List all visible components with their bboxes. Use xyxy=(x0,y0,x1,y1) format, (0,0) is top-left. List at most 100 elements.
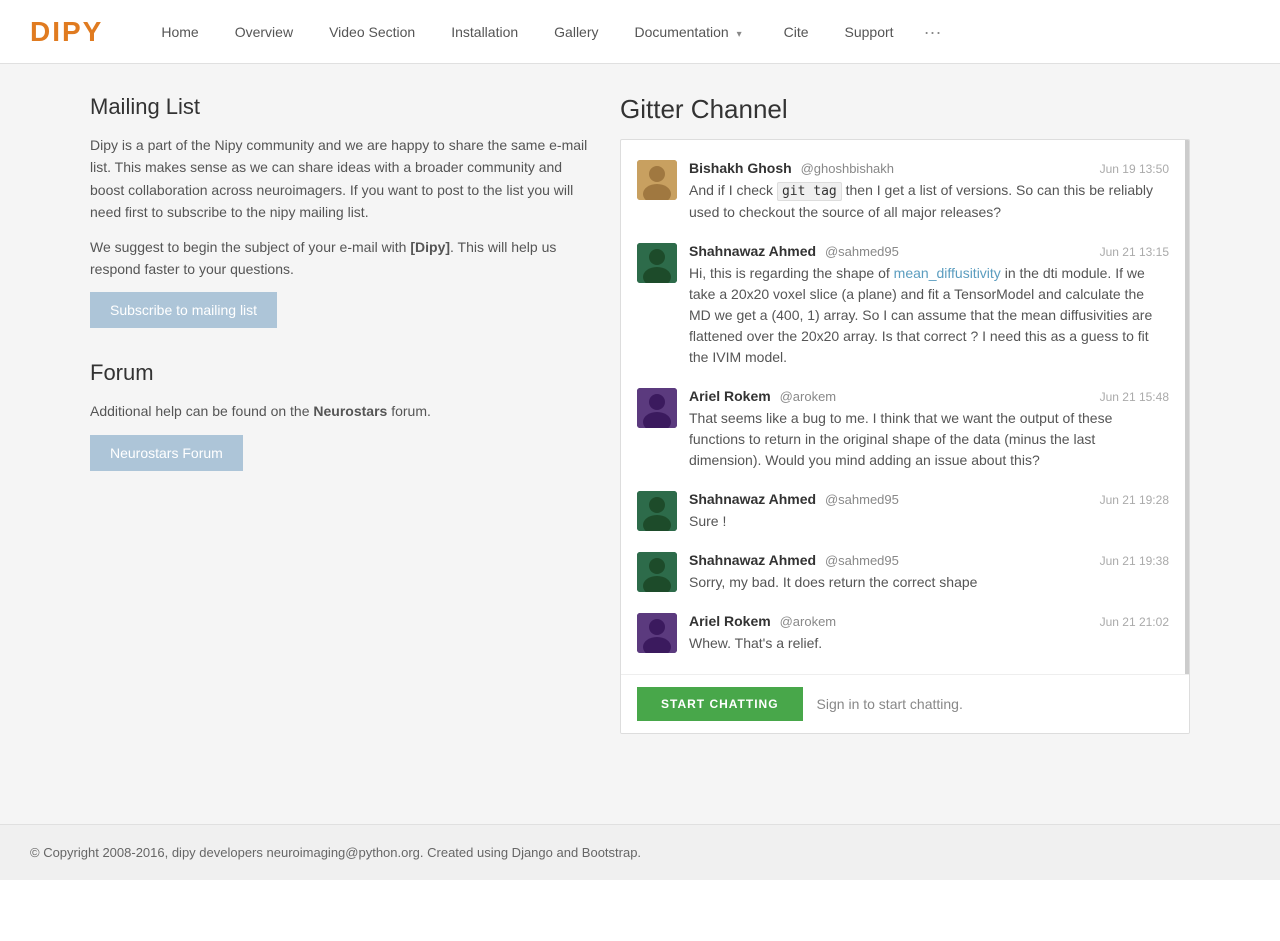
chat-message-1: Bishakh Ghosh @ghoshbishakh Jun 19 13:50… xyxy=(621,150,1185,233)
brand-text: DIPY xyxy=(30,16,103,47)
msg-body-4: Shahnawaz Ahmed @sahmed95 Jun 21 19:28 S… xyxy=(689,491,1169,532)
chat-message-5: Shahnawaz Ahmed @sahmed95 Jun 21 19:38 S… xyxy=(621,542,1185,603)
msg-handle-5: @sahmed95 xyxy=(825,553,899,568)
avatar-shahnawaz-1 xyxy=(637,243,677,283)
msg-handle-6: @arokem xyxy=(780,614,837,629)
nav-link-video[interactable]: Video Section xyxy=(311,0,433,64)
content-area: Mailing List Dipy is a part of the Nipy … xyxy=(70,64,1210,764)
msg-author-area-1: Bishakh Ghosh @ghoshbishakh xyxy=(689,160,894,176)
msg-author-6: Ariel Rokem xyxy=(689,613,771,629)
subscribe-button[interactable]: Subscribe to mailing list xyxy=(90,292,277,328)
msg-time-4: Jun 21 19:28 xyxy=(1100,493,1169,507)
msg-time-2: Jun 21 13:15 xyxy=(1100,245,1169,259)
nav-links: Home Overview Video Section Installation… xyxy=(143,0,953,64)
forum-text-bold: Neurostars xyxy=(313,403,387,419)
chat-message-2: Shahnawaz Ahmed @sahmed95 Jun 21 13:15 H… xyxy=(621,233,1185,378)
avatar-shahnawaz-2 xyxy=(637,491,677,531)
dropdown-arrow-icon: ▾ xyxy=(737,29,742,40)
avatar-ariel-1 xyxy=(637,388,677,428)
nav-link-more[interactable]: ··· xyxy=(912,0,954,64)
nav-link-support[interactable]: Support xyxy=(827,0,912,64)
nav-link-gallery[interactable]: Gallery xyxy=(536,0,616,64)
nav-item-installation: Installation xyxy=(433,0,536,64)
nav-link-overview[interactable]: Overview xyxy=(217,0,311,64)
start-chatting-button[interactable]: START CHATTING xyxy=(637,687,803,721)
msg-header-1: Bishakh Ghosh @ghoshbishakh Jun 19 13:50 xyxy=(689,160,1169,176)
nav-link-home[interactable]: Home xyxy=(143,0,216,64)
msg-text-6: Whew. That's a relief. xyxy=(689,633,1169,654)
msg-time-1: Jun 19 13:50 xyxy=(1100,162,1169,176)
code-git-tag: git tag xyxy=(777,182,842,201)
nav-link-documentation[interactable]: Documentation ▾ xyxy=(617,0,766,64)
msg-body-1: Bishakh Ghosh @ghoshbishakh Jun 19 13:50… xyxy=(689,160,1169,223)
forum-text-prefix: Additional help can be found on the xyxy=(90,403,313,419)
msg-author-3: Ariel Rokem xyxy=(689,388,771,404)
mailing-para2: We suggest to begin the subject of your … xyxy=(90,236,590,281)
brand-logo[interactable]: DIPY xyxy=(30,16,103,48)
msg-header-3: Ariel Rokem @arokem Jun 21 15:48 xyxy=(689,388,1169,404)
nav-item-home: Home xyxy=(143,0,216,64)
msg-handle-3: @arokem xyxy=(780,389,837,404)
msg-text-5: Sorry, my bad. It does return the correc… xyxy=(689,572,1169,593)
msg-author-2: Shahnawaz Ahmed xyxy=(689,243,816,259)
site-footer: © Copyright 2008-2016, dipy developers n… xyxy=(0,824,1280,880)
chat-message-3: Ariel Rokem @arokem Jun 21 15:48 That se… xyxy=(621,378,1185,481)
nav-item-overview: Overview xyxy=(217,0,311,64)
msg-text-1: And if I check git tag then I get a list… xyxy=(689,180,1169,223)
msg-body-6: Ariel Rokem @arokem Jun 21 21:02 Whew. T… xyxy=(689,613,1169,654)
mailing-para2-bold: [Dipy] xyxy=(410,239,450,255)
forum-text-suffix: forum. xyxy=(387,403,431,419)
msg-author-area-6: Ariel Rokem @arokem xyxy=(689,613,836,629)
msg-text-3: That seems like a bug to me. I think tha… xyxy=(689,408,1169,471)
nav-item-video: Video Section xyxy=(311,0,433,64)
forum-section: Forum Additional help can be found on th… xyxy=(90,360,590,494)
right-column: Gitter Channel Bishakh Ghosh @ghoshbish xyxy=(620,94,1190,734)
main-wrapper: Mailing List Dipy is a part of the Nipy … xyxy=(0,64,1280,824)
avatar-ariel-2 xyxy=(637,613,677,653)
msg-author-5: Shahnawaz Ahmed xyxy=(689,552,816,568)
footer-text: © Copyright 2008-2016, dipy developers n… xyxy=(30,845,641,860)
mean-diffusitivity-link[interactable]: mean_diffusitivity xyxy=(894,265,1001,281)
mailing-list-title: Mailing List xyxy=(90,94,590,120)
gitter-title: Gitter Channel xyxy=(620,94,1190,125)
sign-in-text: Sign in to start chatting. xyxy=(817,696,963,712)
nav-item-more: ··· xyxy=(912,0,954,64)
msg-time-5: Jun 21 19:38 xyxy=(1100,554,1169,568)
mailing-para1: Dipy is a part of the Nipy community and… xyxy=(90,134,590,224)
msg-handle-1: @ghoshbishakh xyxy=(801,161,894,176)
nav-item-documentation: Documentation ▾ xyxy=(617,0,766,64)
msg-text-2: Hi, this is regarding the shape of mean_… xyxy=(689,263,1169,368)
msg-author-1: Bishakh Ghosh xyxy=(689,160,792,176)
msg-handle-2: @sahmed95 xyxy=(825,244,899,259)
nav-link-installation[interactable]: Installation xyxy=(433,0,536,64)
msg-header-4: Shahnawaz Ahmed @sahmed95 Jun 21 19:28 xyxy=(689,491,1169,507)
msg-author-4: Shahnawaz Ahmed xyxy=(689,491,816,507)
msg-header-6: Ariel Rokem @arokem Jun 21 21:02 xyxy=(689,613,1169,629)
gitter-box: Bishakh Ghosh @ghoshbishakh Jun 19 13:50… xyxy=(620,139,1190,734)
chat-footer: START CHATTING Sign in to start chatting… xyxy=(621,674,1189,733)
nav-item-support: Support xyxy=(827,0,912,64)
chat-message-4: Shahnawaz Ahmed @sahmed95 Jun 21 19:28 S… xyxy=(621,481,1185,542)
msg-text-4: Sure ! xyxy=(689,511,1169,532)
msg-author-area-3: Ariel Rokem @arokem xyxy=(689,388,836,404)
forum-title: Forum xyxy=(90,360,590,386)
msg-handle-4: @sahmed95 xyxy=(825,492,899,507)
avatar-shahnawaz-3 xyxy=(637,552,677,592)
msg-body-3: Ariel Rokem @arokem Jun 21 15:48 That se… xyxy=(689,388,1169,471)
neurostars-button[interactable]: Neurostars Forum xyxy=(90,435,243,471)
msg-time-3: Jun 21 15:48 xyxy=(1100,390,1169,404)
msg-body-2: Shahnawaz Ahmed @sahmed95 Jun 21 13:15 H… xyxy=(689,243,1169,368)
avatar-bishakh-1 xyxy=(637,160,677,200)
msg-body-5: Shahnawaz Ahmed @sahmed95 Jun 21 19:38 S… xyxy=(689,552,1169,593)
msg-author-area-4: Shahnawaz Ahmed @sahmed95 xyxy=(689,491,899,507)
chat-messages[interactable]: Bishakh Ghosh @ghoshbishakh Jun 19 13:50… xyxy=(621,140,1189,674)
msg-header-5: Shahnawaz Ahmed @sahmed95 Jun 21 19:38 xyxy=(689,552,1169,568)
msg-author-area-2: Shahnawaz Ahmed @sahmed95 xyxy=(689,243,899,259)
nav-link-cite[interactable]: Cite xyxy=(766,0,827,64)
chat-message-6: Ariel Rokem @arokem Jun 21 21:02 Whew. T… xyxy=(621,603,1185,664)
left-column: Mailing List Dipy is a part of the Nipy … xyxy=(90,94,590,734)
msg-header-2: Shahnawaz Ahmed @sahmed95 Jun 21 13:15 xyxy=(689,243,1169,259)
more-icon: ··· xyxy=(924,22,942,42)
navbar: DIPY Home Overview Video Section Install… xyxy=(0,0,1280,64)
nav-item-cite: Cite xyxy=(766,0,827,64)
